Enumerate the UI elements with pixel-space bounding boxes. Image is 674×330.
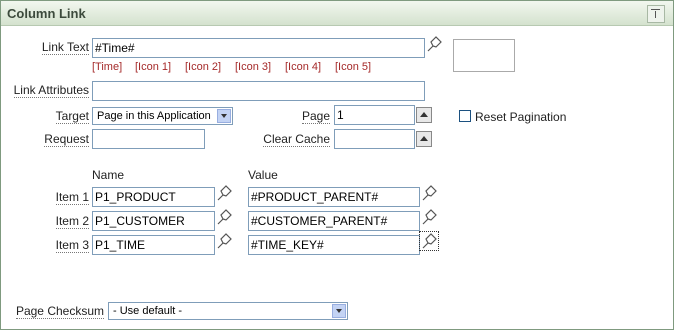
value-column-header: Value <box>248 168 278 182</box>
subst-link-icon-1[interactable]: [Icon 1] <box>135 61 171 73</box>
clear-cache-label: Clear Cache <box>263 132 330 147</box>
clear-cache-input[interactable] <box>334 129 415 149</box>
item-1-label: Item 1 <box>55 190 89 205</box>
link-preview-box <box>453 39 515 72</box>
column-link-panel: Column Link Link Text [Time] [Icon 1] [I… <box>0 0 674 330</box>
link-text-input[interactable] <box>92 38 425 58</box>
target-select[interactable]: Page in this Application <box>92 107 233 125</box>
item-3-label: Item 3 <box>55 238 89 253</box>
target-label: Target <box>55 109 89 124</box>
name-column-header: Name <box>92 168 125 182</box>
chevron-down-icon[interactable] <box>332 304 346 318</box>
request-label: Request <box>44 132 89 147</box>
item-1-name-picker-icon[interactable] <box>215 184 233 202</box>
collapse-icon[interactable] <box>647 5 665 23</box>
subst-link-icon-5[interactable]: [Icon 5] <box>335 61 371 73</box>
link-text-label: Link Text <box>41 40 89 55</box>
item-1-value-picker-icon[interactable] <box>420 184 438 202</box>
chevron-down-icon[interactable] <box>217 109 231 123</box>
page-checksum-value: - Use default - <box>113 305 183 317</box>
item-2-label: Item 2 <box>55 214 89 229</box>
link-attributes-input[interactable] <box>92 81 425 101</box>
subst-link-icon-4[interactable]: [Icon 4] <box>285 61 321 73</box>
item-1-name-input[interactable] <box>92 187 215 207</box>
item-3-value-picker-icon[interactable] <box>419 231 439 251</box>
item-3-value-input[interactable] <box>248 235 420 255</box>
page-checksum-select[interactable]: - Use default - <box>108 302 348 320</box>
panel-title: Column Link <box>7 6 86 21</box>
subst-link-time[interactable]: [Time] <box>92 61 122 73</box>
clear-cache-popup-icon[interactable] <box>416 131 432 147</box>
page-input[interactable] <box>334 105 415 125</box>
item-2-value-input[interactable] <box>248 211 420 231</box>
reset-pagination-label[interactable]: Reset Pagination <box>475 110 566 124</box>
item-2-name-picker-icon[interactable] <box>215 208 233 226</box>
target-select-value: Page in this Application <box>97 110 211 122</box>
panel-header: Column Link <box>1 1 673 26</box>
link-attributes-label: Link Attributes <box>13 83 89 98</box>
subst-link-icon-2[interactable]: [Icon 2] <box>185 61 221 73</box>
subst-link-icon-3[interactable]: [Icon 3] <box>235 61 271 73</box>
item-3-name-input[interactable] <box>92 235 215 255</box>
reset-pagination-checkbox[interactable] <box>459 110 471 122</box>
request-input[interactable] <box>92 129 205 149</box>
item-3-name-picker-icon[interactable] <box>215 232 233 250</box>
page-checksum-label: Page Checksum <box>15 304 104 319</box>
page-popup-icon[interactable] <box>416 107 432 123</box>
item-2-name-input[interactable] <box>92 211 215 231</box>
page-label: Page <box>301 109 330 124</box>
link-text-picker-icon[interactable] <box>425 35 443 53</box>
item-1-value-input[interactable] <box>248 187 420 207</box>
item-2-value-picker-icon[interactable] <box>420 208 438 226</box>
